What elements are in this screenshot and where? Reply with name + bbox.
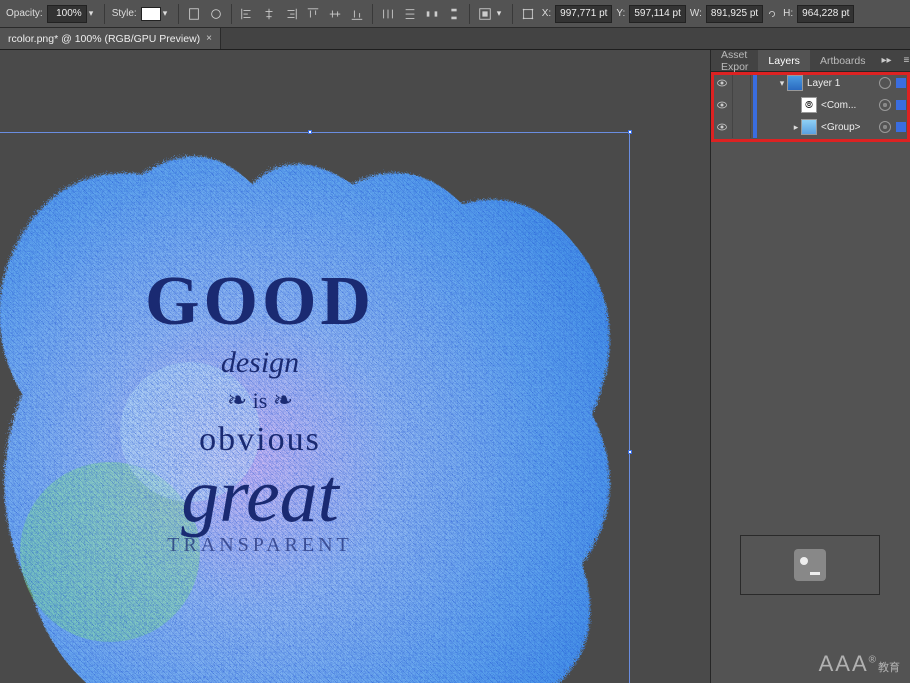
- align-vcenter-icon[interactable]: [325, 4, 345, 24]
- selection-indicator[interactable]: [896, 122, 906, 132]
- layer-thumb: [801, 119, 817, 135]
- target-icon[interactable]: [879, 99, 891, 111]
- align-to-dropdown[interactable]: ▾: [497, 8, 507, 19]
- watermark-sub: 教育: [878, 662, 900, 674]
- layer-name[interactable]: <Group>: [817, 122, 874, 133]
- watermark-reg: ®: [869, 655, 878, 666]
- layer-thumb: ⦾: [801, 97, 817, 113]
- separator: [372, 4, 373, 24]
- align-bottom-icon[interactable]: [347, 4, 367, 24]
- visibility-icon[interactable]: [711, 116, 733, 138]
- transform-icon[interactable]: [518, 4, 538, 24]
- link-wh-icon[interactable]: [765, 7, 779, 21]
- tab-artboards[interactable]: Artboards: [810, 50, 876, 71]
- right-panels: Asset Expor Layers Artboards ▸▸ ≡ ▾ Laye…: [710, 50, 910, 683]
- layer-thumb: [787, 75, 803, 91]
- doc-setup-icon[interactable]: [184, 4, 204, 24]
- target-icon[interactable]: [879, 77, 891, 89]
- selection-indicator[interactable]: [896, 100, 906, 110]
- recolor-icon[interactable]: [206, 4, 226, 24]
- layer-row-1[interactable]: ▾ Layer 1: [711, 72, 910, 94]
- twirl-down-icon[interactable]: ▾: [777, 78, 787, 89]
- assistant-panel[interactable]: [740, 535, 880, 595]
- opacity-value[interactable]: 100%: [47, 5, 87, 23]
- selection-bounding-box[interactable]: [0, 132, 630, 683]
- layers-panel: ▾ Layer 1 ⦾ <Com... ▸: [711, 72, 910, 138]
- opacity-dropdown[interactable]: ▾: [89, 8, 99, 19]
- layer-name[interactable]: <Com...: [817, 100, 874, 111]
- separator: [469, 4, 470, 24]
- separator: [231, 4, 232, 24]
- separator: [178, 4, 179, 24]
- visibility-icon[interactable]: [711, 72, 733, 94]
- visibility-icon[interactable]: [711, 94, 733, 116]
- align-top-icon[interactable]: [303, 4, 323, 24]
- target-icon[interactable]: [879, 121, 891, 133]
- close-icon[interactable]: ×: [206, 33, 212, 44]
- tab-title: rcolor.png* @ 100% (RGB/GPU Preview): [8, 33, 200, 45]
- layer-row-2[interactable]: ⦾ <Com...: [711, 94, 910, 116]
- opacity-label: Opacity:: [6, 8, 43, 19]
- panel-tabs: Asset Expor Layers Artboards ▸▸ ≡: [711, 50, 910, 72]
- watermark-brand: AAA: [819, 651, 869, 676]
- h-value[interactable]: 964,228 pt: [797, 5, 854, 23]
- distribute-v-icon[interactable]: [400, 4, 420, 24]
- distribute-spacing-v-icon[interactable]: [444, 4, 464, 24]
- y-value[interactable]: 597,114 pt: [629, 5, 686, 23]
- w-value[interactable]: 891,925 pt: [706, 5, 763, 23]
- x-value[interactable]: 997,771 pt: [555, 5, 612, 23]
- y-label: Y:: [616, 8, 625, 19]
- document-tabs: rcolor.png* @ 100% (RGB/GPU Preview) ×: [0, 28, 910, 50]
- twirl-right-icon[interactable]: ▸: [791, 122, 801, 133]
- document-tab[interactable]: rcolor.png* @ 100% (RGB/GPU Preview) ×: [0, 28, 221, 49]
- assistant-icon: [794, 549, 826, 581]
- align-hcenter-icon[interactable]: [259, 4, 279, 24]
- tab-layers[interactable]: Layers: [758, 50, 810, 71]
- distribute-h-icon[interactable]: [378, 4, 398, 24]
- separator: [512, 4, 513, 24]
- style-dropdown[interactable]: ▾: [163, 8, 173, 19]
- lock-column[interactable]: [735, 116, 751, 138]
- align-to-artboard-icon[interactable]: [475, 4, 495, 24]
- distribute-spacing-h-icon[interactable]: [422, 4, 442, 24]
- canvas-area[interactable]: GOOD design ❧ is ❧ obvious great transpa…: [0, 50, 710, 683]
- panel-menu-icon[interactable]: ≡: [898, 50, 910, 71]
- selection-indicator[interactable]: [896, 78, 906, 88]
- tab-asset-export[interactable]: Asset Expor: [711, 50, 758, 71]
- layer-accent: [753, 94, 757, 116]
- lock-column[interactable]: [735, 72, 751, 94]
- panel-collapse-icon[interactable]: ▸▸: [875, 50, 897, 71]
- align-left-icon[interactable]: [237, 4, 257, 24]
- layer-accent: [753, 72, 757, 94]
- lock-column[interactable]: [735, 94, 751, 116]
- style-label: Style:: [112, 8, 137, 19]
- x-label: X:: [542, 8, 551, 19]
- layer-accent: [753, 116, 757, 138]
- w-label: W:: [690, 8, 702, 19]
- layer-name[interactable]: Layer 1: [803, 78, 874, 89]
- layer-row-3[interactable]: ▸ <Group>: [711, 116, 910, 138]
- h-label: H:: [783, 8, 793, 19]
- style-swatch[interactable]: [141, 7, 161, 21]
- options-toolbar: Opacity: 100% ▾ Style: ▾ ▾ X: 997,771 pt…: [0, 0, 910, 28]
- watermark: AAA®教育: [819, 651, 900, 677]
- align-right-icon[interactable]: [281, 4, 301, 24]
- separator: [104, 4, 105, 24]
